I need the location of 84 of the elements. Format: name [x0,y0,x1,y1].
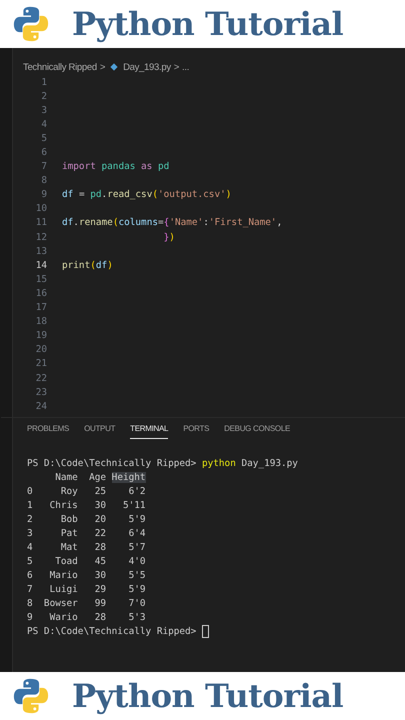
breadcrumb-separator: > [174,62,180,72]
line-number: 21 [34,358,47,370]
line-number: 15 [34,274,47,285]
panel-tab[interactable]: PORTS [183,424,210,440]
line-number: 8 [40,175,47,186]
terminal-text: 4 Mat 28 5'7 [27,542,146,553]
bracket-token: ) [107,260,113,271]
file-type-icon [110,63,118,71]
code-text: . [102,189,108,200]
line-number: 18 [34,316,47,328]
line-number: 7 [40,161,47,172]
terminal-text: 9 Wario 28 5'3 [27,612,146,623]
bracket-token: ) [169,232,175,243]
line-number: 13 [34,246,47,257]
line-number: 5 [40,132,47,144]
terminal-text: PS D:\Code\Technically Ripped> [27,626,198,637]
bracket-token: ) [226,189,232,200]
string-token: 'output.csv' [158,189,226,200]
bracket-token: } [162,232,170,243]
breadcrumb-separator: > [100,62,106,72]
terminal-text: Day_193.py [240,458,298,469]
line-number: 20 [34,344,47,356]
line-number: 23 [34,386,47,398]
line-number: 9 [40,189,47,200]
line-number: 6 [40,147,47,158]
terminal-text: PS D:\Code\Technically Ripped> [27,458,198,469]
bracket-token: ( [152,189,158,200]
line-number: 19 [34,330,47,342]
terminal-text: 0 Roy 25 6'2 [27,486,146,497]
function-token: read_csv [107,189,152,200]
banner-title: Python Tutorial [72,677,344,715]
bracket-token: ( [112,217,118,228]
keyword-token: import [62,161,96,172]
terminal-text: 7 Luigi 29 5'9 [27,584,146,595]
function-token: rename [78,217,113,228]
terminal-text: 5 Toad 45 4'0 [27,556,146,567]
terminal-text: 3 Pat 22 6'4 [27,528,146,539]
variable-token: columns [118,217,158,228]
bracket-token: ( [90,260,96,271]
terminal-text: 2 Bob 20 5'9 [27,514,146,525]
code-text: = [158,217,164,228]
string-token: 'First_Name' [208,217,277,228]
code-text: , [276,217,282,228]
line-number: 22 [34,372,47,384]
python-logo-icon [12,677,50,715]
variable-token: df [62,217,74,228]
panel-tab[interactable]: OUTPUT [84,424,116,440]
line-number: 11 [34,217,47,228]
keyword-token: as [140,161,152,172]
bracket-token: { [164,217,170,228]
line-number: 24 [34,400,47,412]
variable-token: df [62,189,74,200]
python-logo-icon [12,5,50,43]
string-token: 'Name' [169,217,204,228]
line-number: 14 [34,260,47,271]
panel-tab[interactable]: PROBLEMS [27,424,70,440]
panel-tab[interactable]: DEBUG CONSOLE [224,424,290,440]
module-token: pandas [100,161,136,172]
terminal-text: 8 Bowser 99 7'0 [27,598,146,609]
line-number: 3 [40,104,47,116]
line-number: 17 [34,302,47,314]
breadcrumb-folder[interactable]: Technically Ripped [23,62,97,72]
function-token: print [62,260,90,271]
code-text: : [203,217,209,228]
terminal-text: Name Age [54,472,108,483]
banner-title: Python Tutorial [72,5,344,43]
module-token: pd [90,189,102,200]
code-text: . [73,217,79,228]
line-number: 4 [40,118,47,130]
line-number: 2 [40,90,47,102]
variable-token: df [96,260,108,271]
module-token: pd [156,161,170,172]
terminal-text: 1 Chris 30 5'11 [27,500,146,511]
breadcrumb-file[interactable]: Day_193.py [123,62,171,72]
code-text: = [78,189,86,200]
breadcrumb-ellipsis[interactable]: ... [182,62,190,72]
line-number: 1 [40,76,47,88]
command-token: python [202,458,236,469]
terminal-text: 6 Mario 30 5'5 [27,570,146,581]
highlighted-text: Height [112,472,146,483]
line-number: 10 [34,203,47,214]
line-number: 16 [34,288,47,299]
panel-tab[interactable]: TERMINAL [130,424,168,440]
line-number: 12 [34,232,47,243]
